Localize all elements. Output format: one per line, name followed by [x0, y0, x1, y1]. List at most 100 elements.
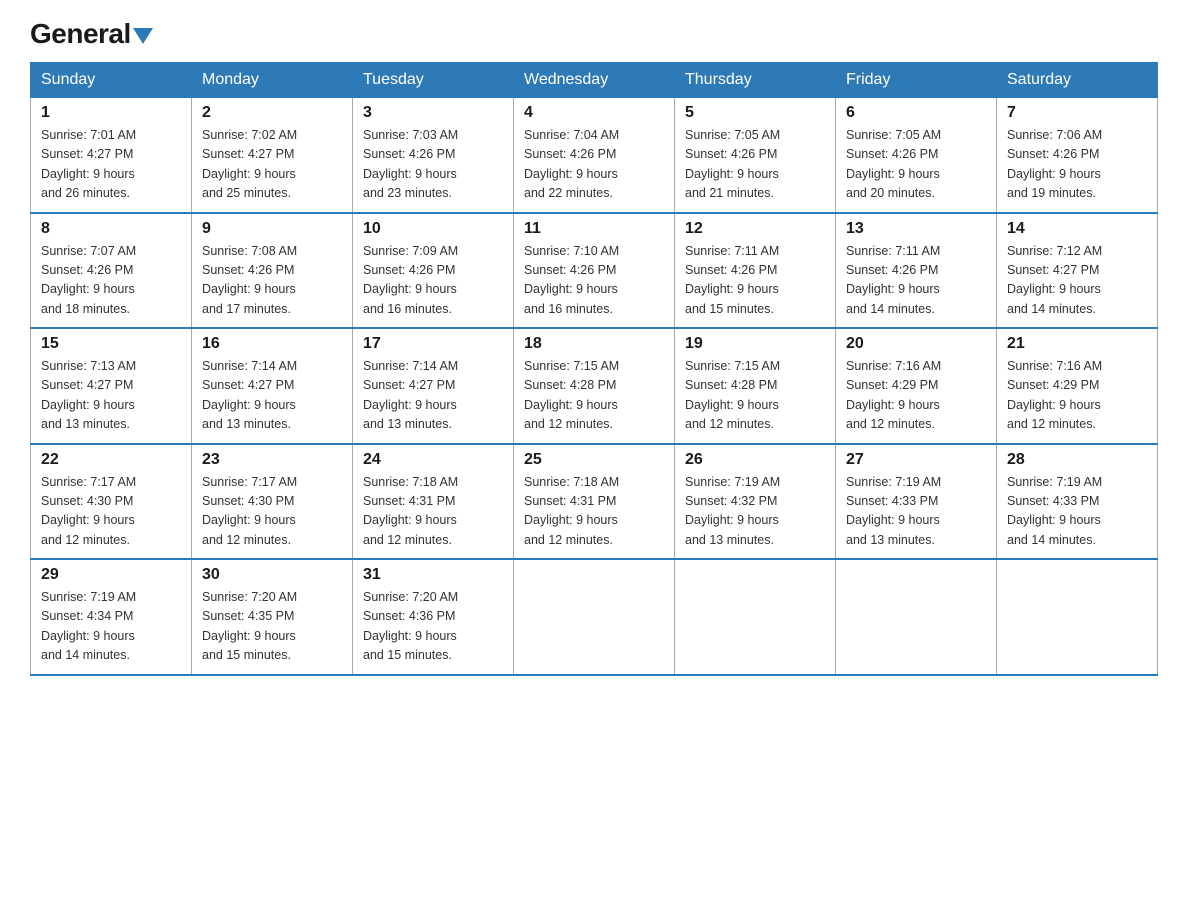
- daylight-minutes-text: and 16 minutes.: [524, 302, 613, 316]
- sunset-text: Sunset: 4:30 PM: [41, 494, 133, 508]
- daylight-text: Daylight: 9 hours: [524, 282, 618, 296]
- day-cell-6: 6Sunrise: 7:05 AMSunset: 4:26 PMDaylight…: [836, 98, 997, 213]
- day-number: 4: [524, 104, 664, 122]
- sunset-text: Sunset: 4:29 PM: [846, 378, 938, 392]
- daylight-text: Daylight: 9 hours: [524, 513, 618, 527]
- day-cell-12: 12Sunrise: 7:11 AMSunset: 4:26 PMDayligh…: [675, 213, 836, 329]
- day-cell-13: 13 Sunrise: 7:11 AMSunset: 4:26 PMDayligh…: [836, 213, 997, 329]
- weekday-header-tuesday: Tuesday: [353, 63, 514, 98]
- day-info: Sunrise: 7:19 AMSunset: 4:32 PMDaylight:…: [685, 473, 825, 551]
- daylight-minutes-text: and 12 minutes.: [363, 533, 452, 547]
- day-number: 1: [41, 104, 181, 122]
- day-number: 18: [524, 335, 664, 353]
- daylight-minutes-text: and 12 minutes.: [1007, 417, 1096, 431]
- daylight-minutes-text: and 12 minutes.: [524, 417, 613, 431]
- daylight-text: Daylight: 9 hours: [846, 282, 940, 296]
- day-cell-20: 20Sunrise: 7:16 AMSunset: 4:29 PMDayligh…: [836, 328, 997, 444]
- calendar-table: SundayMondayTuesdayWednesdayThursdayFrid…: [30, 62, 1158, 676]
- sunrise-text: Sunrise: 7:06 AM: [1007, 128, 1102, 142]
- daylight-minutes-text: and 20 minutes.: [846, 186, 935, 200]
- sunrise-text: Sunrise: 7:15 AM: [524, 359, 619, 373]
- daylight-text: Daylight: 9 hours: [524, 398, 618, 412]
- daylight-minutes-text: and 25 minutes.: [202, 186, 291, 200]
- sunset-text: Sunset: 4:34 PM: [41, 609, 133, 623]
- sunrise-text: Sunrise: 7:10 AM: [524, 244, 619, 258]
- daylight-text: Daylight: 9 hours: [41, 282, 135, 296]
- sunrise-text: Sunrise: 7:11 AM: [685, 244, 779, 258]
- day-cell-22: 22 Sunrise: 7:17 AMSunset: 4:30 PMDayligh…: [31, 444, 192, 560]
- day-info: Sunrise: 7:11 AMSunset: 4:26 PMDaylight:…: [846, 242, 986, 320]
- day-number: 28: [1007, 451, 1147, 469]
- sunset-text: Sunset: 4:27 PM: [41, 378, 133, 392]
- day-info: Sunrise: 7:16 AMSunset: 4:29 PMDaylight:…: [1007, 357, 1147, 435]
- sunrise-text: Sunrise: 7:20 AM: [202, 590, 297, 604]
- sunset-text: Sunset: 4:26 PM: [202, 263, 294, 277]
- day-info: Sunrise: 7:01 AMSunset: 4:27 PMDaylight:…: [41, 126, 181, 204]
- day-info: Sunrise: 7:06 AMSunset: 4:26 PMDaylight:…: [1007, 126, 1147, 204]
- daylight-text: Daylight: 9 hours: [846, 513, 940, 527]
- day-number: 16: [202, 335, 342, 353]
- day-number: 31: [363, 566, 503, 584]
- daylight-text: Daylight: 9 hours: [363, 513, 457, 527]
- sunset-text: Sunset: 4:27 PM: [1007, 263, 1099, 277]
- daylight-minutes-text: and 22 minutes.: [524, 186, 613, 200]
- sunset-text: Sunset: 4:26 PM: [41, 263, 133, 277]
- day-number: 15: [41, 335, 181, 353]
- logo-triangle-icon: [133, 28, 153, 44]
- day-number: 22: [41, 451, 181, 469]
- daylight-text: Daylight: 9 hours: [202, 629, 296, 643]
- day-cell-18: 18 Sunrise: 7:15 AM Sunset: 4:28 PM Dayligh…: [514, 328, 675, 444]
- day-number: 19: [685, 335, 825, 353]
- daylight-minutes-text: and 13 minutes.: [846, 533, 935, 547]
- day-cell-29: 29Sunrise: 7:19 AMSunset: 4:34 PMDayligh…: [31, 559, 192, 675]
- daylight-text: Daylight: 9 hours: [363, 398, 457, 412]
- day-cell-26: 26Sunrise: 7:19 AMSunset: 4:32 PMDayligh…: [675, 444, 836, 560]
- sunset-text: Sunset: 4:28 PM: [524, 378, 616, 392]
- sunrise-text: Sunrise: 7:09 AM: [363, 244, 458, 258]
- day-cell-27: 27Sunrise: 7:19 AMSunset: 4:33 PMDayligh…: [836, 444, 997, 560]
- sunset-text: Sunset: 4:31 PM: [524, 494, 616, 508]
- daylight-text: Daylight: 9 hours: [846, 398, 940, 412]
- day-info: Sunrise: 7:07 AMSunset: 4:26 PMDaylight:…: [41, 242, 181, 320]
- day-number: 13: [846, 220, 986, 238]
- day-number: 25: [524, 451, 664, 469]
- day-info: Sunrise: 7:09 AMSunset: 4:26 PMDaylight:…: [363, 242, 503, 320]
- day-number: 29: [41, 566, 181, 584]
- day-info: Sunrise: 7:17 AMSunset: 4:30 PMDaylight:…: [202, 473, 342, 551]
- sunrise-text: Sunrise: 7:14 AM: [363, 359, 458, 373]
- week-row-4: 22 Sunrise: 7:17 AMSunset: 4:30 PMDayligh…: [31, 444, 1158, 560]
- day-cell-8: 8Sunrise: 7:07 AMSunset: 4:26 PMDaylight…: [31, 213, 192, 329]
- day-info: Sunrise: 7:03 AMSunset: 4:26 PMDaylight:…: [363, 126, 503, 204]
- sunrise-text: Sunrise: 7:01 AM: [41, 128, 136, 142]
- day-cell-16: 16Sunrise: 7:14 AMSunset: 4:27 PMDayligh…: [192, 328, 353, 444]
- day-cell-2: 2Sunrise: 7:02 AMSunset: 4:27 PMDaylight…: [192, 98, 353, 213]
- daylight-text: Daylight: 9 hours: [41, 398, 135, 412]
- sunrise-text: Sunrise: 7:15 AM: [685, 359, 780, 373]
- day-info: Sunrise: 7:17 AMSunset: 4:30 PMDaylight:…: [41, 473, 181, 551]
- day-cell-21: 21Sunrise: 7:16 AMSunset: 4:29 PMDayligh…: [997, 328, 1158, 444]
- sunset-text: Sunset: 4:26 PM: [524, 147, 616, 161]
- day-cell-28: 28Sunrise: 7:19 AMSunset: 4:33 PMDayligh…: [997, 444, 1158, 560]
- sunset-text: Sunset: 4:27 PM: [202, 378, 294, 392]
- sunset-text: Sunset: 4:33 PM: [846, 494, 938, 508]
- daylight-text: Daylight: 9 hours: [685, 398, 779, 412]
- sunset-text: Sunset: 4:26 PM: [363, 147, 455, 161]
- sunrise-text: Sunrise: 7:14 AM: [202, 359, 297, 373]
- sunrise-text: Sunrise: 7:19 AM: [1007, 475, 1102, 489]
- sunrise-text: Sunrise: 7:11 AM: [846, 244, 940, 258]
- day-info: Sunrise: 7:10 AMSunset: 4:26 PMDaylight:…: [524, 242, 664, 320]
- day-cell-14: 14Sunrise: 7:12 AMSunset: 4:27 PMDayligh…: [997, 213, 1158, 329]
- page-header: General: [30, 20, 1158, 44]
- day-cell-17: 17Sunrise: 7:14 AMSunset: 4:27 PMDayligh…: [353, 328, 514, 444]
- day-number: 12: [685, 220, 825, 238]
- weekday-header-monday: Monday: [192, 63, 353, 98]
- daylight-minutes-text: and 14 minutes.: [41, 648, 130, 662]
- day-cell-25: 25Sunrise: 7:18 AMSunset: 4:31 PMDayligh…: [514, 444, 675, 560]
- daylight-minutes-text: and 13 minutes.: [685, 533, 774, 547]
- week-row-2: 8Sunrise: 7:07 AMSunset: 4:26 PMDaylight…: [31, 213, 1158, 329]
- daylight-text: Daylight: 9 hours: [1007, 398, 1101, 412]
- sunset-text: Sunset: 4:36 PM: [363, 609, 455, 623]
- sunset-text: Sunset: 4:26 PM: [685, 263, 777, 277]
- day-cell-23: 23Sunrise: 7:17 AMSunset: 4:30 PMDayligh…: [192, 444, 353, 560]
- daylight-text: Daylight: 9 hours: [524, 167, 618, 181]
